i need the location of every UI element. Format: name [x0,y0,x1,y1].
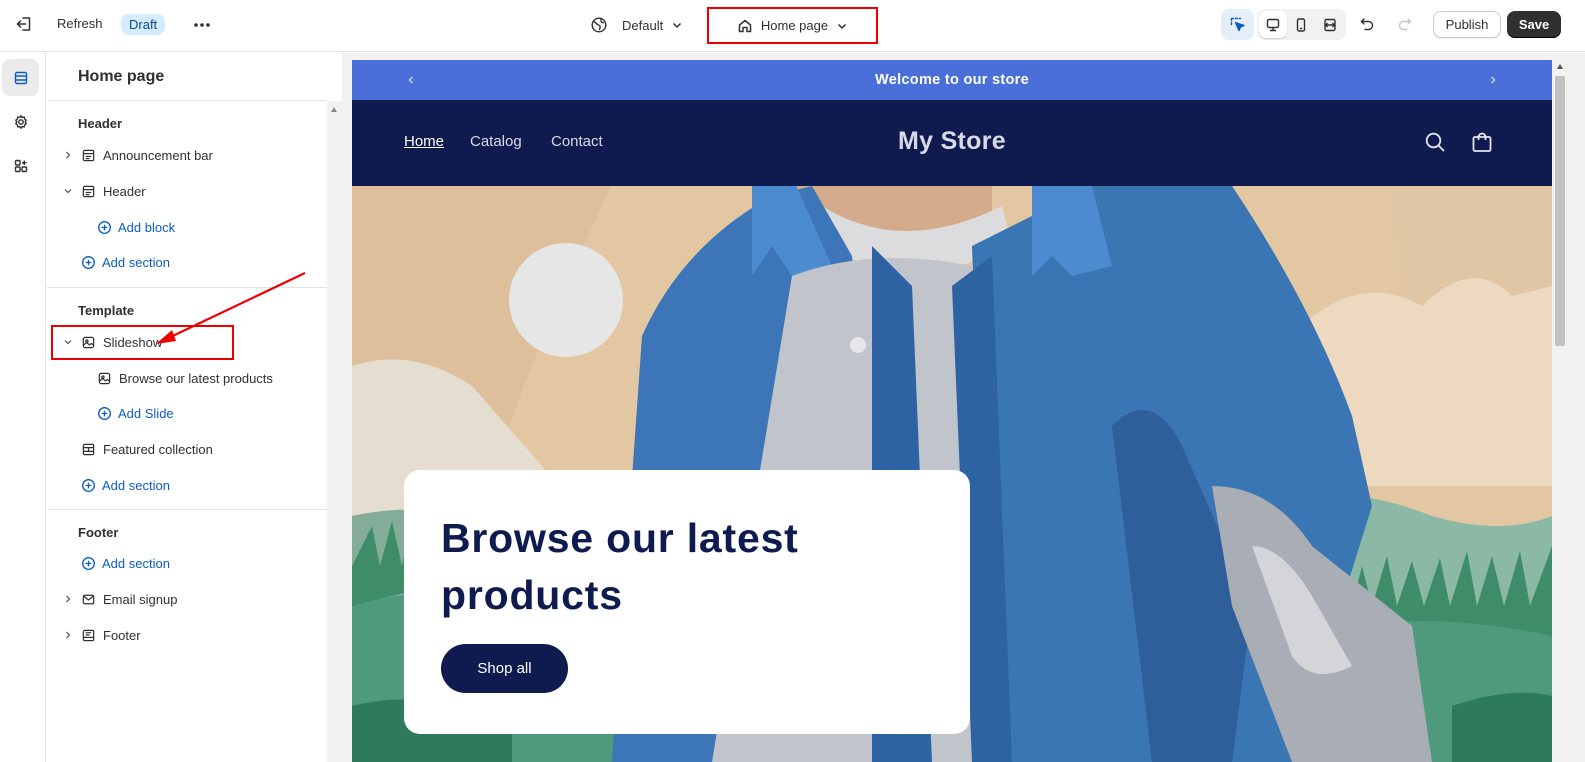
add-slide-label: Add Slide [118,405,174,421]
desktop-icon [1265,17,1281,33]
section-announcement-bar[interactable]: Announcement bar [61,143,213,167]
theme-label: Default [622,17,664,33]
undo-button[interactable] [1356,13,1378,35]
preview-scrollbar[interactable] [1552,60,1568,762]
plus-circle-icon [80,555,96,571]
sections-sidebar: Home page Header Announcement bar Header… [47,53,327,762]
plus-circle-icon [96,219,112,235]
scroll-thumb[interactable] [1555,76,1565,346]
cursor-select-icon [1229,16,1247,34]
sidebar-scrollbar[interactable] [327,101,342,762]
slideshow-hero[interactable]: Browse our latest products Shop all [352,186,1552,762]
plus-circle-icon [80,477,96,493]
device-toggle-group [1257,9,1346,40]
draft-badge: Draft [121,14,166,35]
chevron-down-icon [671,19,683,31]
section-featured-collection[interactable]: Featured collection [80,437,213,461]
search-icon[interactable] [1423,130,1447,154]
store-logo[interactable]: My Store [352,127,1552,156]
inspector-toggle-button[interactable] [1221,9,1254,40]
shop-all-button[interactable]: Shop all [441,644,568,693]
chevron-down-icon[interactable] [61,184,75,198]
section-footer[interactable]: Footer [61,623,141,647]
cart-icon[interactable] [1470,130,1494,154]
publish-button[interactable]: Publish [1433,11,1501,38]
block-label: Browse our latest products [119,370,273,386]
section-label: Announcement bar [103,147,213,163]
section-email-signup[interactable]: Email signup [61,587,177,611]
left-rail [0,53,46,762]
apps-icon [13,158,29,174]
add-section-label: Add section [102,477,170,493]
exit-icon [15,15,33,33]
chevron-right-icon[interactable] [1484,71,1502,89]
announcement-text: Welcome to our store [875,72,1029,88]
footer-group-heading: Footer [78,525,119,540]
chevron-right-icon[interactable] [61,628,75,642]
divider [47,100,327,101]
theme-selector[interactable]: Default [590,13,683,37]
ellipsis-icon [193,22,211,28]
scroll-up-arrow[interactable] [331,107,337,112]
add-section-label: Add section [102,555,170,571]
apps-tab-button[interactable] [2,147,39,184]
add-slide-link[interactable]: Add Slide [96,401,174,425]
mobile-icon [1293,17,1309,33]
image-icon [96,370,112,386]
redo-button[interactable] [1394,13,1416,35]
desktop-view-button[interactable] [1259,11,1288,38]
section-icon [80,183,96,199]
chevron-left-icon[interactable] [402,71,420,89]
annotation-arrow [156,272,306,344]
slide-text-card: Browse our latest products Shop all [404,470,970,734]
sections-tab-button[interactable] [2,59,39,96]
announcement-bar[interactable]: Welcome to our store [352,60,1552,100]
save-button[interactable]: Save [1507,11,1561,38]
add-section-link[interactable]: Add section [80,473,170,497]
fullwidth-view-button[interactable] [1316,11,1344,38]
gear-icon [13,114,29,130]
page-selector-label: Home page [760,18,829,33]
more-actions-button[interactable] [190,14,214,36]
page-selector[interactable]: Home page [707,7,878,44]
undo-icon [1359,16,1375,32]
footer-icon [80,627,96,643]
theme-globe-icon [590,16,608,34]
store-header: Home Catalog Contact My Store [352,100,1552,186]
add-section-link[interactable]: Add section [80,551,170,575]
redo-icon [1397,16,1413,32]
editor-topbar: Refresh Draft Default Home page Publish … [0,0,1585,52]
storefront-preview: Welcome to our store Home Catalog Contac… [352,60,1552,762]
mobile-view-button[interactable] [1287,11,1315,38]
section-label: Email signup [103,591,178,607]
divider [47,509,327,510]
section-label: Footer [103,627,141,643]
sidebar-title: Home page [78,68,165,85]
section-header[interactable]: Header [61,179,146,203]
collection-icon [80,441,96,457]
exit-button[interactable] [12,12,36,36]
add-block-link[interactable]: Add block [96,215,175,239]
plus-circle-icon [80,254,96,270]
add-block-label: Add block [118,219,176,235]
theme-settings-tab-button[interactable] [2,103,39,140]
header-group-heading: Header [78,116,123,131]
scroll-up-arrow[interactable] [1557,64,1563,69]
section-icon [80,147,96,163]
plus-circle-icon [96,405,112,421]
chevron-right-icon[interactable] [61,148,75,162]
hero-heading: Browse our latest products [441,515,799,618]
sections-icon [13,70,29,86]
chevron-down-icon [836,20,848,32]
template-group-heading: Template [78,303,135,318]
expand-horizontal-icon [1322,17,1338,33]
envelope-icon [80,591,96,607]
section-label: Header [103,183,146,199]
block-slide-item[interactable]: Browse our latest products [96,366,273,390]
section-label: Featured collection [103,441,213,457]
refresh-button[interactable]: Refresh [57,16,103,31]
home-icon [737,18,753,34]
chevron-right-icon[interactable] [61,592,75,606]
